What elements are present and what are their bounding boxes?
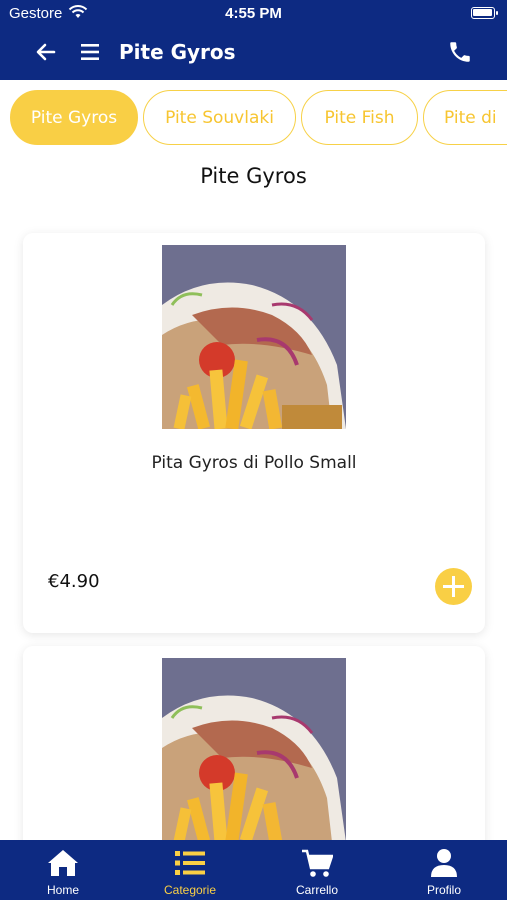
user-icon (431, 849, 457, 877)
tab-pite-fish[interactable]: Pite Fish (301, 90, 418, 145)
tab-pite-souvlaki[interactable]: Pite Souvlaki (143, 90, 296, 145)
bottom-navigation: Home Categorie Carrello Profilo (0, 840, 507, 900)
category-tabs: Pite Gyros Pite Souvlaki Pite Fish Pite … (0, 90, 507, 146)
nav-categorie-label: Categorie (163, 883, 217, 897)
top-app-bar: Gestore 4:55 PM Pite Gyros (0, 0, 507, 80)
section-title: Pite Gyros (200, 164, 307, 188)
cart-icon (302, 849, 333, 877)
hamburger-icon[interactable] (78, 40, 102, 64)
tab-pite-gyros[interactable]: Pite Gyros (10, 90, 138, 145)
nav-carrello[interactable]: Carrello (254, 840, 380, 900)
nav-profilo[interactable]: Profilo (381, 840, 507, 900)
tab-pite-di[interactable]: Pite di (423, 90, 507, 145)
nav-profilo-label: Profilo (426, 883, 461, 897)
nav-home[interactable]: Home (0, 840, 126, 900)
product-card[interactable]: Pita Gyros di Pollo Small €4.90 (23, 233, 485, 633)
product-price: €4.90 (48, 571, 100, 592)
nav-carrello-label: Carrello (295, 883, 338, 897)
list-icon (175, 851, 205, 875)
nav-row: Pite Gyros (0, 36, 507, 68)
page-title: Pite Gyros (119, 40, 236, 64)
nav-home-label: Home (46, 883, 79, 897)
phone-icon[interactable] (447, 39, 473, 65)
clock: 4:55 PM (225, 5, 282, 22)
add-to-cart-button[interactable] (435, 568, 472, 605)
arrow-left-icon[interactable] (34, 40, 58, 64)
status-bar: Gestore 4:55 PM (0, 0, 507, 28)
nav-categorie[interactable]: Categorie (127, 840, 253, 900)
battery-icon (471, 7, 498, 19)
product-image (162, 658, 346, 842)
home-icon (48, 850, 78, 876)
product-image (162, 245, 346, 429)
product-name: Pita Gyros di Pollo Small (151, 453, 357, 473)
